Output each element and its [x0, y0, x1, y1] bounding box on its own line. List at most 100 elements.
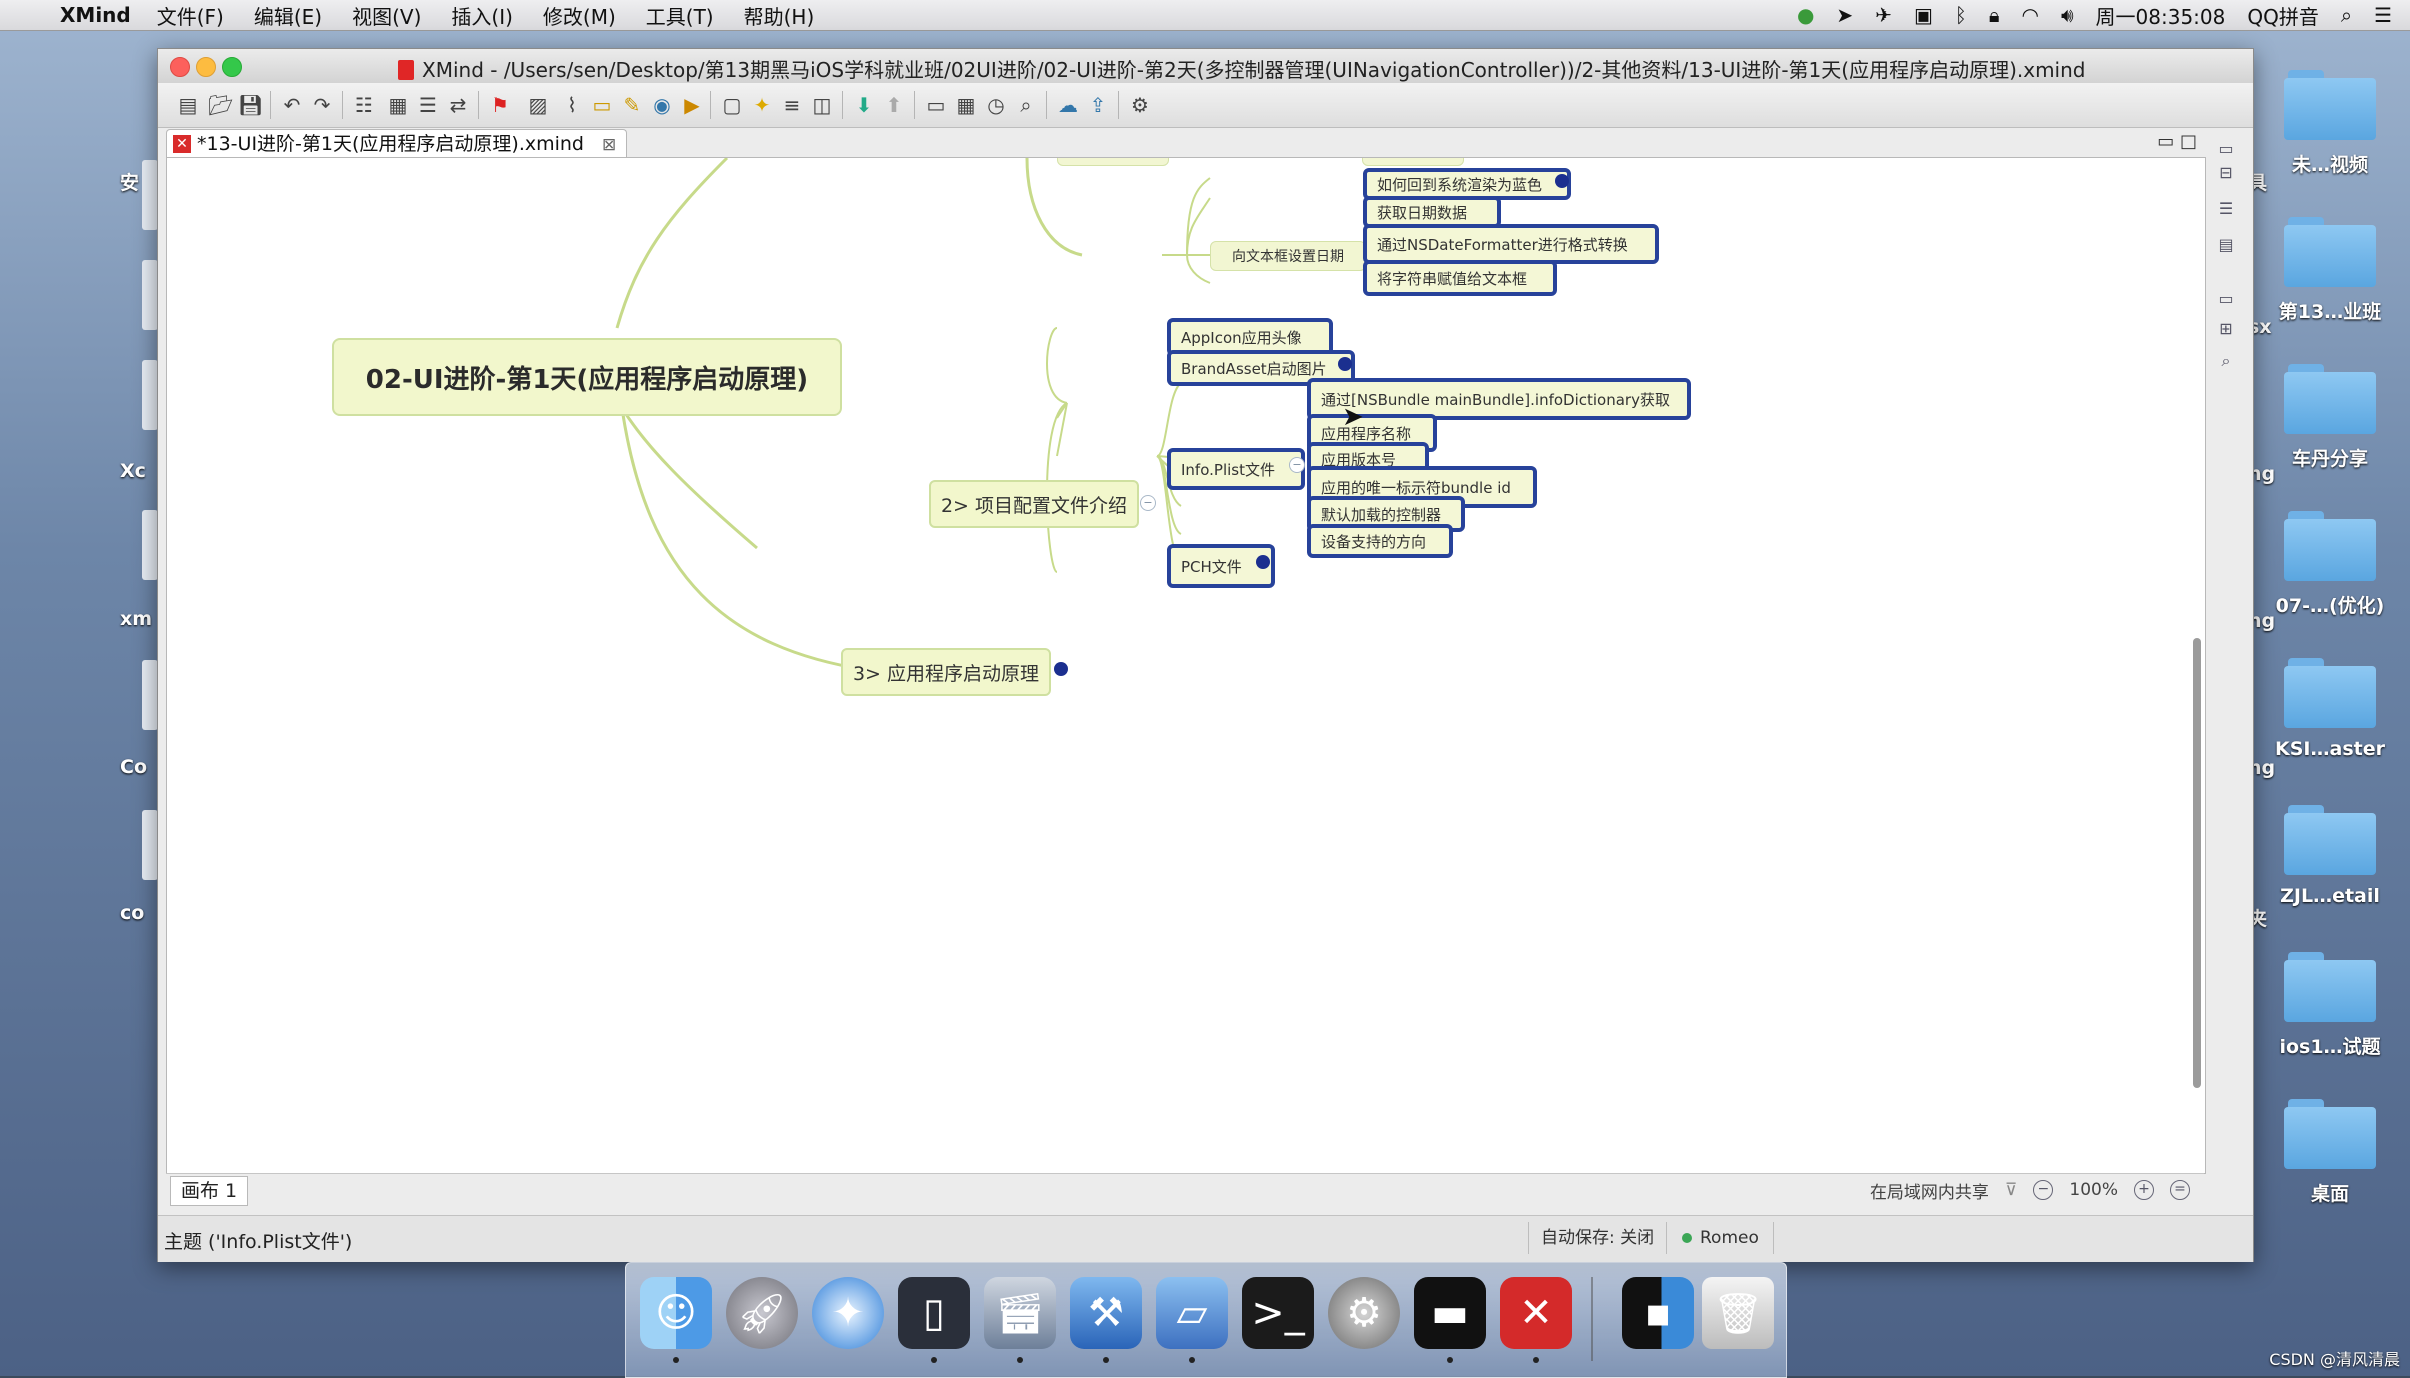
audio-icon[interactable]: ▶ [680, 93, 704, 117]
search-icon[interactable]: ⌕ [2216, 351, 2236, 371]
preferences-icon[interactable]: ⚙ [1128, 93, 1152, 117]
input-method[interactable]: QQ拼音 [2247, 1, 2318, 30]
desktop-folder[interactable]: 车丹分享 [2255, 364, 2405, 471]
properties-icon[interactable]: ⊟ [2216, 163, 2236, 183]
collapsed-branch-icon[interactable] [1256, 555, 1270, 569]
title-bar[interactable]: XMind - /Users/sen/Desktop/第13期黑马iOS学科就业… [158, 49, 2253, 84]
summary-icon[interactable]: ≡ [780, 93, 804, 117]
close-tab-icon[interactable]: ⊠ [602, 135, 616, 155]
upload-icon[interactable]: ☁ [1056, 93, 1080, 117]
drill-down-icon[interactable]: ⬇ [852, 93, 876, 117]
markers-icon[interactable]: ⊞ [2216, 319, 2236, 339]
callout-icon[interactable]: ◫ [810, 93, 834, 117]
menu-help[interactable]: 帮助(H) [744, 1, 815, 30]
simulator-icon[interactable]: ▱ [1156, 1277, 1228, 1349]
redo-icon[interactable]: ↷ [310, 93, 334, 117]
zoom-window-button[interactable] [222, 57, 242, 77]
desktop-folder[interactable]: 07-…(优化) [2255, 511, 2405, 618]
clock[interactable]: 周一08:35:08 [2096, 1, 2226, 30]
wifi-icon[interactable]: ◠ [2021, 3, 2038, 27]
topic-item[interactable]: 通过NSDateFormatter进行格式转换 [1363, 224, 1659, 264]
zoom-in-icon[interactable]: + [2134, 1180, 2154, 1200]
subtopic-icon[interactable]: ▦ [386, 93, 410, 117]
filter-icon[interactable]: ⊽ [2005, 1180, 2017, 1200]
relationship-icon[interactable]: ⇄ [446, 93, 470, 117]
collapse-icon[interactable]: − [1140, 495, 1156, 511]
safari-icon[interactable]: ✦ [812, 1277, 884, 1349]
desktop-file-icon[interactable] [142, 810, 158, 880]
open-icon[interactable]: 📂︎ [208, 93, 233, 117]
airplane-icon[interactable]: ✈ [1875, 3, 1892, 27]
desktop-folder[interactable]: ZJL…etail [2255, 805, 2405, 907]
launchpad-icon[interactable]: 🚀︎ [726, 1277, 798, 1349]
desktop-folder[interactable]: 桌面 [2255, 1099, 2405, 1206]
collapsed-branch-icon[interactable] [1555, 174, 1569, 188]
minimize-window-button[interactable] [196, 57, 216, 77]
vertical-scrollbar[interactable] [2193, 638, 2201, 1088]
minimize-view-icon[interactable]: ▭ [2157, 131, 2174, 152]
sheet-tab[interactable]: 画布 1 [170, 1176, 249, 1206]
desktop-folder[interactable]: 第13…业班 [2255, 217, 2405, 324]
panel-collapse-icon[interactable]: ▭ [2216, 289, 2236, 309]
finder-icon[interactable]: ☺ [640, 1277, 712, 1349]
menu-tools[interactable]: 工具(T) [646, 1, 714, 30]
topic-infoplist[interactable]: Info.Plist文件 [1167, 448, 1305, 490]
marker-icon[interactable]: ⚑ [488, 93, 512, 117]
collapsed-branch-icon[interactable] [1054, 662, 1068, 676]
new-icon[interactable]: ▤ [176, 93, 200, 117]
bulb-icon[interactable]: ✦ [750, 93, 774, 117]
panel-collapse-icon[interactable]: ▭ [2216, 139, 2236, 159]
topic-item[interactable]: 将字符串赋值给文本框 [1363, 260, 1557, 296]
terminal-icon[interactable]: >_ [1242, 1277, 1314, 1349]
undo-icon[interactable]: ↶ [280, 93, 304, 117]
exec-icon[interactable]: ▬ [1414, 1277, 1486, 1349]
desktop-folder[interactable]: KSI…aster [2255, 658, 2405, 760]
screenflow-icon[interactable]: 🎬︎ [984, 1277, 1056, 1349]
image-icon[interactable]: ▨ [526, 93, 550, 117]
bluetooth-icon[interactable]: ᛒ [1955, 3, 1967, 27]
zoom-level[interactable]: 100% [2069, 1180, 2118, 1200]
system-preferences-icon[interactable]: ⚙ [1328, 1277, 1400, 1349]
insert-icon[interactable]: ☰ [416, 93, 440, 117]
location-icon[interactable]: ➤ [1836, 3, 1853, 27]
collapse-icon[interactable]: − [1289, 457, 1305, 473]
sync-icon[interactable]: ● [1797, 3, 1814, 27]
desktop-file-icon[interactable] [142, 360, 158, 430]
menu-modify[interactable]: 修改(M) [543, 1, 616, 30]
note-icon[interactable]: ✎ [620, 93, 644, 117]
lan-share[interactable]: 在局域网内共享 [1870, 1178, 1989, 1203]
editor-tab[interactable]: ✕ *13-UI进阶-第1天(应用程序启动原理).xmind ⊠ [166, 129, 628, 158]
downloads-stack-icon[interactable]: ▪ [1622, 1277, 1694, 1349]
presentation-icon[interactable]: ▭ [924, 93, 948, 117]
user-status[interactable]: Romeo [1668, 1222, 1774, 1254]
fit-view-icon[interactable]: = [2170, 1180, 2190, 1200]
notification-center-icon[interactable]: ☰ [2374, 3, 2392, 27]
zoom-out-icon[interactable]: − [2033, 1180, 2054, 1200]
menu-view[interactable]: 视图(V) [352, 1, 421, 30]
maximize-view-icon[interactable]: □ [2180, 131, 2197, 152]
lock-icon[interactable]: 🔒︎ [1989, 3, 2000, 27]
collapsed-branch-icon[interactable] [1338, 357, 1352, 371]
app-menu[interactable]: XMind [60, 3, 131, 27]
topic-icon[interactable]: ☷ [352, 93, 376, 117]
mouse-app-icon[interactable]: ▯ [898, 1277, 970, 1349]
clock-icon[interactable]: ◷ [984, 93, 1008, 117]
outline-icon[interactable]: ☰ [2216, 199, 2236, 219]
desktop-file-icon[interactable] [142, 160, 158, 230]
xmind-icon[interactable]: ✕ [1500, 1277, 1572, 1349]
mindmap-canvas[interactable]: 向文本框设置日期 − 如何回到系统渲染为蓝色 获取日期数据 通过NSDateFo… [166, 157, 2206, 1174]
central-topic[interactable]: 02-UI进阶-第1天(应用程序启动原理) [332, 338, 842, 416]
drill-up-icon[interactable]: ⬆ [882, 93, 906, 117]
label-icon[interactable]: ▭ [590, 93, 614, 117]
desktop-file-icon[interactable] [142, 510, 158, 580]
find-icon[interactable]: ⌕ [1014, 93, 1038, 117]
hyperlink-icon[interactable]: ◉ [650, 93, 674, 117]
attachment-icon[interactable]: ⌇ [560, 93, 584, 117]
xcode-icon[interactable]: ⚒ [1070, 1277, 1142, 1349]
desktop-folder[interactable]: 未…视频 [2255, 70, 2405, 177]
volume-icon[interactable]: 🔊︎ [2061, 3, 2074, 27]
overview-icon[interactable]: ▤ [2216, 235, 2236, 255]
main-topic-config[interactable]: 2> 项目配置文件介绍 [929, 480, 1139, 528]
save-icon[interactable]: 💾︎ [238, 93, 263, 117]
menu-insert[interactable]: 插入(I) [451, 1, 513, 30]
